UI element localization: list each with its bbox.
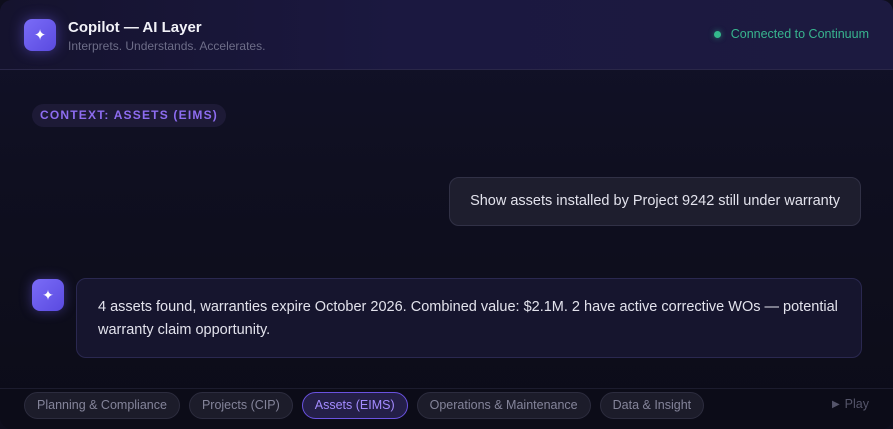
- app-title: Copilot — AI Layer: [68, 19, 202, 36]
- play-label: Play: [844, 397, 869, 411]
- sparkle-icon: ✦: [24, 19, 56, 51]
- user-message: Show assets installed by Project 9242 st…: [449, 177, 861, 226]
- footer-bar: Planning & Compliance Projects (CIP) Ass…: [0, 388, 893, 429]
- play-icon: ▶: [831, 398, 840, 410]
- chip-planning-compliance[interactable]: Planning & Compliance: [24, 392, 180, 419]
- copilot-panel: ✦ Copilot — AI Layer Interprets. Underst…: [0, 0, 893, 429]
- module-chips: Planning & Compliance Projects (CIP) Ass…: [24, 392, 713, 419]
- chip-assets-eims[interactable]: Assets (EIMS): [301, 392, 408, 419]
- header: ✦ Copilot — AI Layer Interprets. Underst…: [0, 0, 893, 70]
- status-dot-icon: [713, 30, 721, 38]
- connection-status-label: Connected to Continuum: [730, 27, 869, 41]
- app-subtitle: Interprets. Understands. Accelerates.: [68, 39, 266, 53]
- chip-data-insight[interactable]: Data & Insight: [599, 392, 705, 419]
- play-button[interactable]: ▶ Play: [832, 397, 869, 411]
- assistant-message: 4 assets found, warranties expire Octobe…: [76, 278, 862, 358]
- chip-projects-cip[interactable]: Projects (CIP): [188, 392, 293, 419]
- connection-status: Connected to Continuum: [713, 27, 869, 41]
- context-badge: CONTEXT: ASSETS (EIMS): [32, 104, 226, 127]
- assistant-sparkle-icon: ✦: [32, 279, 64, 311]
- chip-operations-maintenance[interactable]: Operations & Maintenance: [416, 392, 591, 419]
